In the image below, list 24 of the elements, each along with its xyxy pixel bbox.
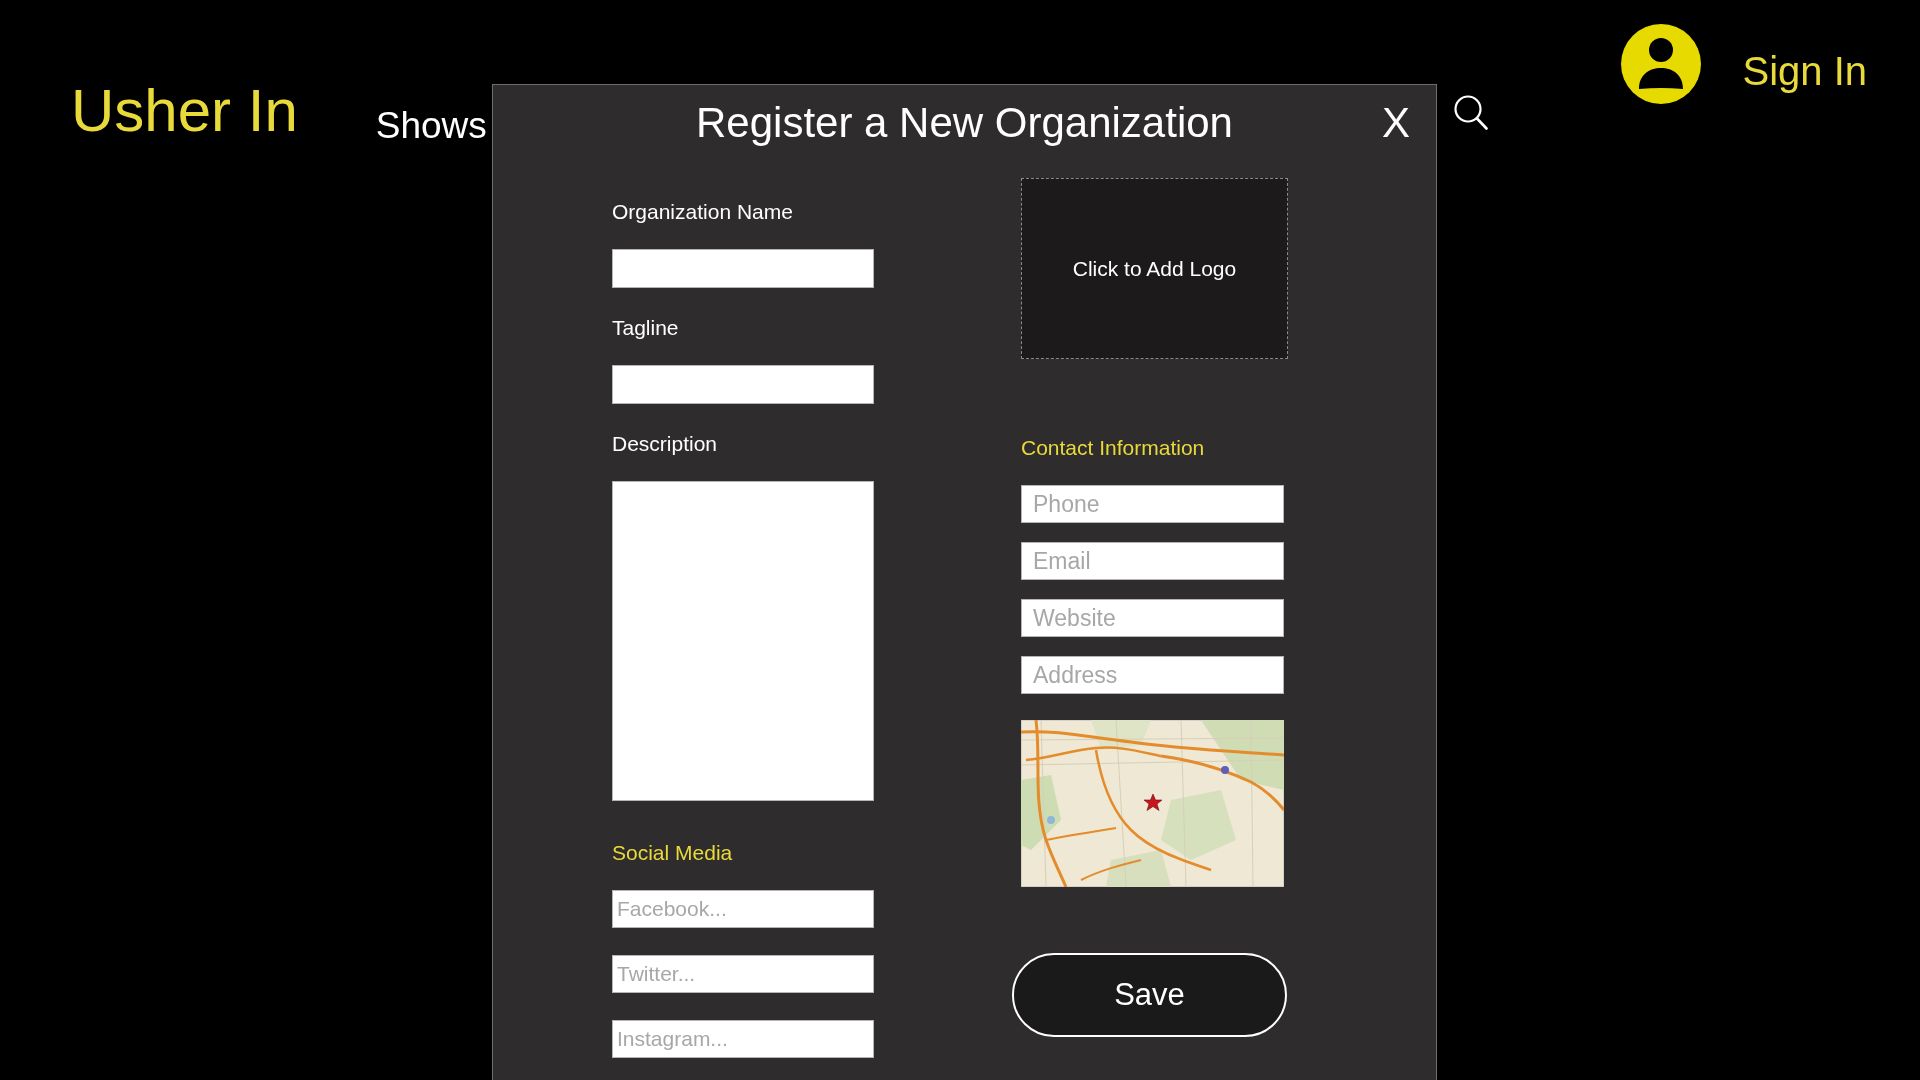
input-field[interactable]: Instagram... [612,1020,874,1059]
save-button[interactable]: Save [1012,953,1287,1038]
user-avatar-icon[interactable] [1621,24,1702,104]
text-area-field[interactable] [612,481,874,802]
nav-link[interactable]: Shows [375,107,487,144]
sign-in-link[interactable]: Sign In [1742,51,1867,91]
input-field[interactable]: Phone [1021,485,1284,524]
section-heading: Social Media [612,840,733,866]
input-field[interactable] [612,249,874,289]
field-label: Organization Name [612,199,793,225]
input-field[interactable]: Facebook... [612,890,874,929]
logo-text[interactable]: Usher In [71,81,298,141]
section-heading: Contact Information [1021,435,1205,461]
field-label: Description [612,431,718,457]
search-icon[interactable] [1454,95,1489,130]
input-field[interactable] [612,365,874,405]
input-field[interactable]: Twitter... [612,955,874,994]
dialog-title: Register a New Organization [696,98,1233,148]
input-field[interactable]: Address [1021,656,1284,695]
logo-upload-button[interactable]: Click to Add Logo [1021,178,1288,360]
close-button[interactable]: X [1382,98,1410,149]
input-field[interactable]: Website [1021,599,1284,638]
field-label: Tagline [612,315,679,341]
input-field[interactable]: Email [1021,542,1284,581]
